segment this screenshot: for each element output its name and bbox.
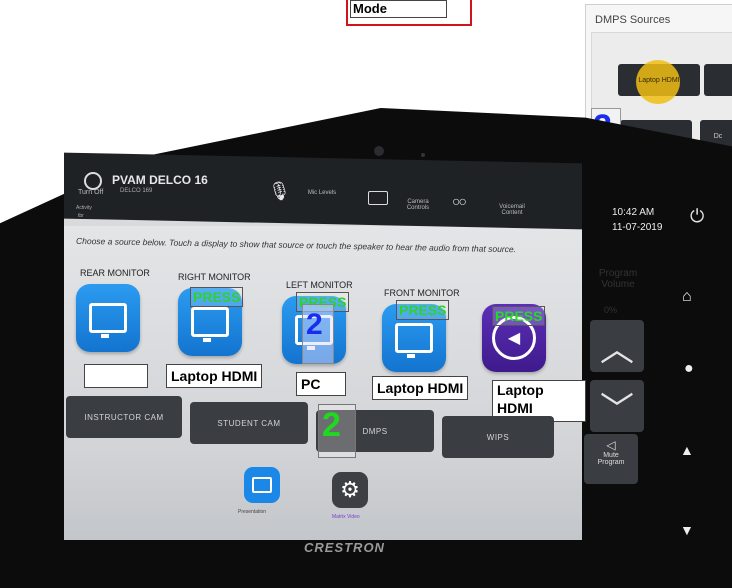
camera-controls-label[interactable]: Camera Controls [398,199,438,211]
clock-date: 11-07-2019 [612,222,663,233]
rear-monitor-button[interactable] [76,284,140,352]
front-monitor-title: FRONT MONITOR [384,288,460,298]
power-icon[interactable]: ⏻ [690,206,704,227]
press-overlay[interactable]: PRESS [190,287,244,307]
mute-program-button[interactable]: ◁ Mute Program [584,434,638,484]
presentation-label: Presentation [238,509,267,515]
lightbulb-icon[interactable]: ● [684,360,694,378]
crestron-logo: CRESTRON [304,540,385,555]
activity-label: Activity [76,205,92,211]
volume-down-button[interactable]: ﹀ [590,380,644,432]
mode-label: Mode [350,0,398,18]
home-icon[interactable]: ⌂ [682,288,692,306]
mute-label: Mute Program [597,452,625,466]
activity-value: tbr [78,213,84,219]
presentation-nav-button[interactable] [244,467,280,503]
power-off-icon[interactable] [84,172,102,190]
monitor-icon [395,323,433,358]
volume-percent: 0% [604,305,618,315]
dmps-source-button[interactable] [704,64,732,96]
sensor-dot [421,153,425,157]
program-volume-title: Program Volume [598,268,638,290]
instructor-cam-button[interactable]: INSTRUCTOR CAM [66,396,182,438]
right-monitor-title: RIGHT MONITOR [178,272,251,282]
monitor-icon [191,307,229,342]
right-monitor-source: Laptop HDMI [166,364,263,388]
chevron-down-icon: ﹀ [600,390,634,429]
student-cam-button[interactable]: STUDENT CAM [190,402,308,444]
rear-monitor-source [84,364,148,388]
left-monitor-title: LEFT MONITOR [286,280,353,290]
matrix-video-nav-button[interactable]: ⚙ [332,472,368,508]
speaker-mute-icon: ◁ [606,438,616,452]
press-overlay[interactable]: PRESS [396,300,450,320]
left-monitor-overlay-number: 2 [306,308,323,341]
dmps-overlay-number: 2 [322,406,341,444]
front-monitor-source: Laptop HDMI [372,376,469,400]
gear-icon: ⚙ [340,477,360,502]
voicemail-icon[interactable]: ○○ [452,193,467,209]
volume-up-button[interactable]: ︿ [590,320,644,372]
arrow-up-icon[interactable]: ▲ [680,442,694,458]
display-icon [252,477,272,493]
chevron-up-icon: ︿ [600,330,634,369]
camera-icon[interactable] [368,191,388,205]
microphone-icon[interactable]: 🎙 [268,181,291,202]
press-overlay[interactable]: PRESS [492,306,546,326]
mic-levels-label[interactable]: Mic Levels [302,190,342,196]
mode-value-cell [396,0,447,18]
rear-monitor-title: REAR MONITOR [80,268,150,278]
turn-off-label: Turn Off [78,189,104,196]
voicemail-label[interactable]: Voicemail Content [488,204,536,216]
arrow-down-icon[interactable]: ▼ [680,522,694,538]
wips-button[interactable]: WIPS [442,416,554,458]
dmps-panel-title: DMPS Sources [595,14,671,26]
matrix-video-label: Matrix Video [332,514,360,520]
room-name: PVAM DELCO 16 [112,173,208,187]
room-subtitle: DELCO 169 [120,188,153,194]
camera-lens [374,146,384,156]
dmps-laptop-hdmi-label: Laptop HDMI [638,76,680,84]
monitor-icon [89,303,127,338]
left-monitor-source: PC [296,372,346,396]
clock-time: 10:42 AM [612,207,655,218]
